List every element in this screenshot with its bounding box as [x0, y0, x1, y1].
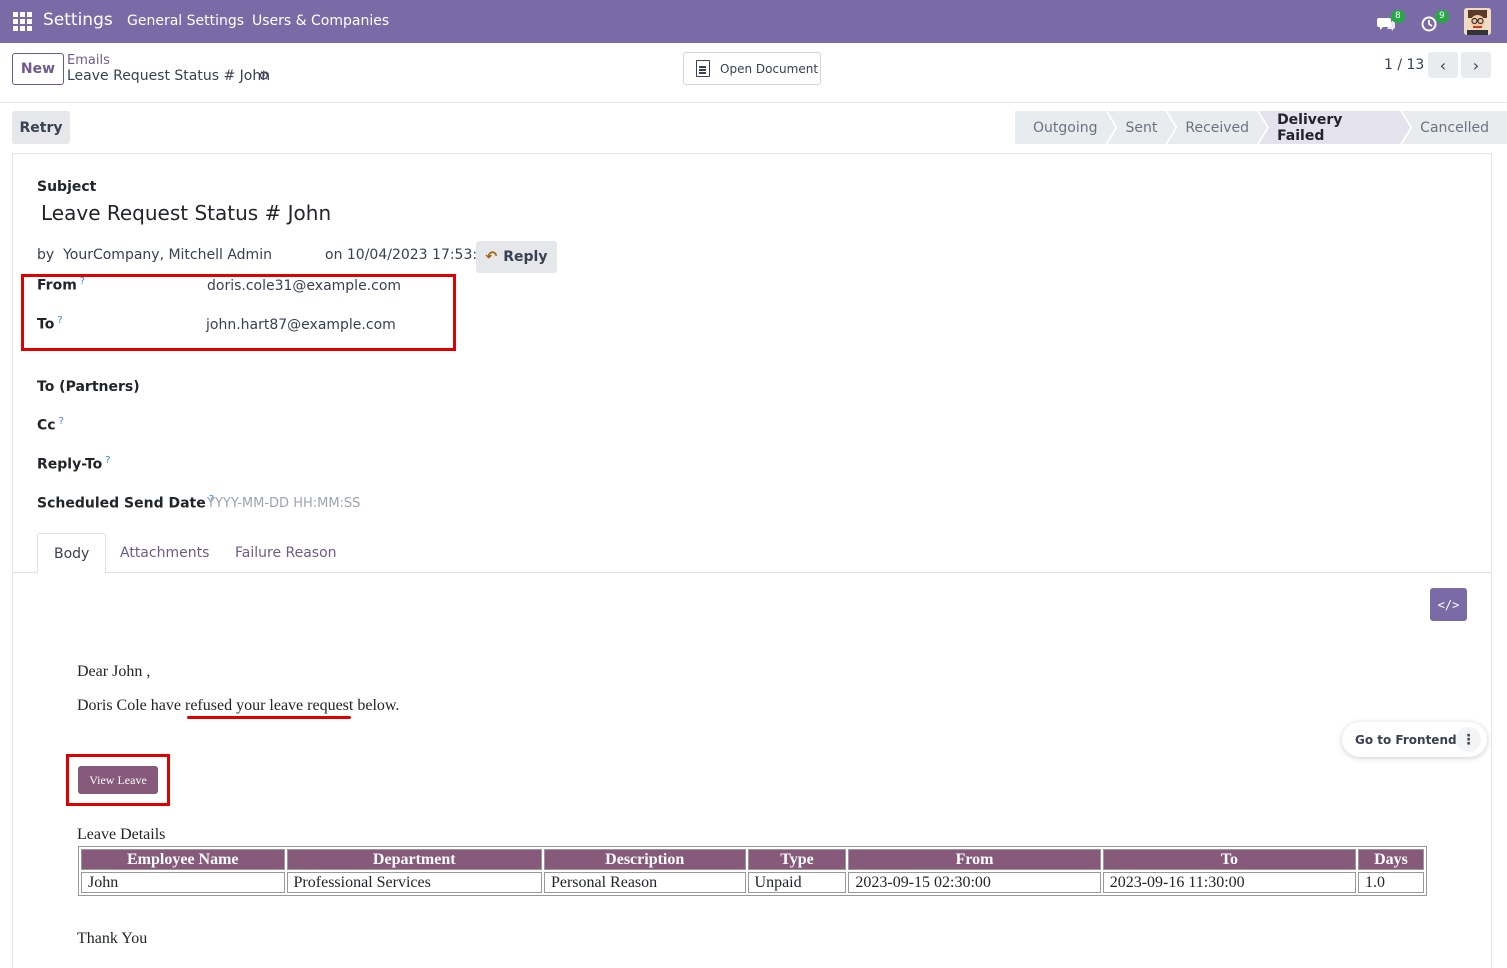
retry-button[interactable]: Retry	[12, 111, 70, 144]
table-header-row: Employee Name Department Description Typ…	[81, 849, 1424, 870]
breadcrumb-current: Leave Request Status # John	[67, 68, 271, 84]
leave-details-table: Employee Name Department Description Typ…	[78, 846, 1427, 896]
table-header: Department	[286, 849, 542, 870]
email-message-end: below.	[353, 697, 400, 714]
table-cell: Professional Services	[286, 872, 542, 893]
table-cell: John	[81, 872, 285, 893]
cc-label: Cc?	[37, 416, 64, 434]
subject-value[interactable]: Leave Request Status # John	[41, 201, 331, 225]
reply-label: Reply	[503, 249, 548, 265]
control-panel: New Emails Leave Request Status # John ⚙…	[0, 43, 1507, 103]
new-button[interactable]: New	[12, 53, 64, 85]
open-document-label: Open Document	[720, 61, 819, 76]
reply-to-label: Reply-To?	[37, 455, 111, 473]
status-bar: Outgoing Sent Received Delivery Failed C…	[1015, 111, 1507, 144]
stage-received[interactable]: Received	[1167, 111, 1267, 144]
code-icon: </>	[1437, 597, 1460, 612]
form-sheet: Subject Leave Request Status # John by Y…	[12, 153, 1492, 968]
pager-value[interactable]: 1 / 13	[1384, 57, 1424, 73]
apps-menu-icon[interactable]	[13, 12, 32, 31]
table-header: Employee Name	[81, 849, 285, 870]
stage-sent[interactable]: Sent	[1107, 111, 1175, 144]
code-view-button[interactable]: </>	[1430, 588, 1467, 621]
chevron-right-icon: ›	[1472, 55, 1480, 75]
avatar-face-icon	[1464, 8, 1491, 35]
leave-details-title: Leave Details	[77, 826, 166, 843]
table-header: From	[848, 849, 1101, 870]
table-header: Days	[1358, 849, 1424, 870]
table-cell: Unpaid	[747, 872, 847, 893]
scheduled-label-text: Scheduled Send Date	[37, 495, 206, 512]
table-row: John Professional Services Personal Reas…	[81, 872, 1424, 893]
reply-to-label-text: Reply-To	[37, 456, 103, 473]
cc-help-icon[interactable]: ?	[59, 416, 64, 427]
reply-button[interactable]: ↶ Reply	[476, 241, 557, 273]
menu-users-companies[interactable]: Users & Companies	[252, 13, 389, 29]
tab-failure-reason[interactable]: Failure Reason	[219, 533, 353, 573]
by-prefix: by	[37, 247, 55, 263]
menu-general-settings[interactable]: General Settings	[127, 13, 244, 29]
stage-delivery-failed[interactable]: Delivery Failed	[1259, 111, 1410, 144]
subject-label: Subject	[37, 179, 97, 195]
highlight-underline	[187, 716, 351, 719]
messaging-button[interactable]: 8	[1377, 10, 1407, 34]
more-options-button[interactable]: ⋮	[1456, 727, 1481, 752]
chat-count-badge: 8	[1391, 10, 1405, 23]
pager-previous-button[interactable]: ‹	[1428, 52, 1458, 78]
highlight-from-to	[21, 274, 456, 351]
user-avatar[interactable]	[1464, 8, 1491, 35]
cc-label-text: Cc	[37, 417, 56, 434]
stage-cancelled[interactable]: Cancelled	[1402, 111, 1507, 144]
table-cell: 2023-09-16 11:30:00	[1102, 872, 1357, 893]
author-name[interactable]: YourCompany, Mitchell Admin	[63, 247, 272, 263]
app-brand[interactable]: Settings	[43, 10, 113, 30]
gear-icon[interactable]: ⚙	[258, 69, 270, 84]
activity-button[interactable]: 9	[1421, 10, 1451, 34]
table-header: Description	[543, 849, 746, 870]
email-closing: Thank You	[77, 930, 148, 947]
email-message: Doris Cole have refused your leave reque…	[77, 697, 399, 715]
table-cell: Personal Reason	[543, 872, 746, 893]
notebook-tabs: Body Attachments Failure Reason	[13, 533, 1491, 574]
reply-icon: ↶	[485, 249, 498, 265]
email-message-highlight: refused your leave request	[184, 697, 354, 714]
author-line: by YourCompany, Mitchell Admin	[37, 247, 272, 263]
scheduled-date-label: Scheduled Send Date?	[37, 494, 214, 512]
tab-body[interactable]: Body	[37, 533, 107, 574]
stage-outgoing[interactable]: Outgoing	[1015, 111, 1115, 144]
tab-attachments[interactable]: Attachments	[104, 533, 225, 573]
reply-to-help-icon[interactable]: ?	[105, 455, 110, 466]
chevron-left-icon: ‹	[1439, 55, 1447, 75]
pager-next-button[interactable]: ›	[1461, 52, 1491, 78]
activity-count-badge: 9	[1435, 10, 1449, 23]
to-partners-label: To (Partners)	[37, 379, 140, 395]
table-cell: 1.0	[1358, 872, 1424, 893]
table-cell: 2023-09-15 02:30:00	[848, 872, 1101, 893]
email-message-start: Doris Cole have	[77, 697, 185, 714]
table-header: To	[1102, 849, 1357, 870]
scheduled-date-input[interactable]: YYYY-MM-DD HH:MM:SS	[207, 496, 360, 511]
breadcrumb-emails[interactable]: Emails	[67, 53, 110, 68]
sent-date: on 10/04/2023 17:53:31	[325, 247, 495, 263]
kebab-menu-icon: ⋮	[1461, 731, 1476, 748]
table-header: Type	[747, 849, 847, 870]
top-navbar: Settings General Settings Users & Compan…	[0, 0, 1507, 43]
highlight-view-leave	[66, 754, 170, 806]
email-greeting: Dear John ,	[77, 663, 151, 680]
open-document-button[interactable]: Open Document	[683, 52, 821, 85]
document-icon	[696, 60, 710, 77]
